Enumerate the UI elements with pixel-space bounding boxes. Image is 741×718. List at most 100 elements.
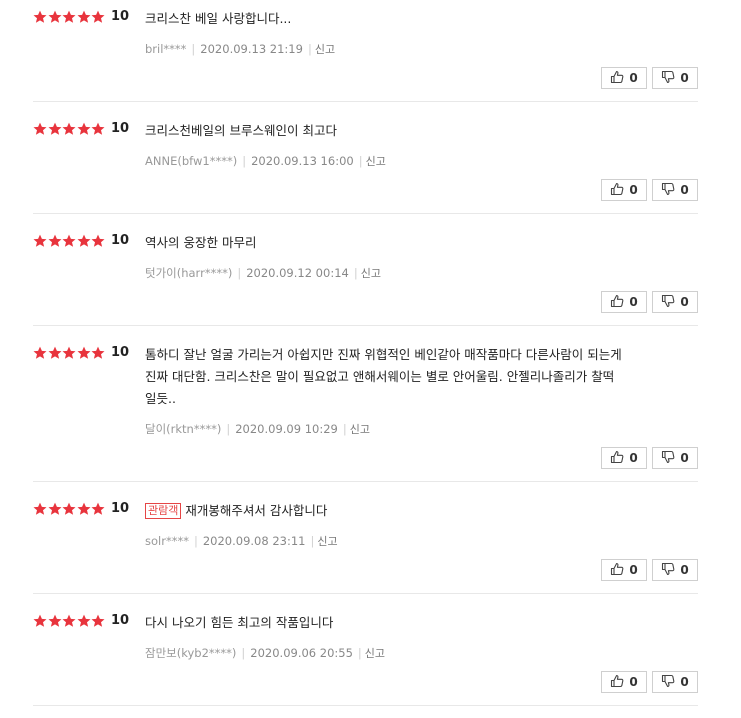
star-icon	[48, 10, 62, 24]
review-text: 다시 나오기 힘든 최고의 작품입니다	[145, 612, 685, 634]
divider	[33, 705, 698, 706]
separator: |	[193, 534, 198, 548]
review-item: 10 크리스천베일의 브루스웨인이 최고다 ANNE(bfw1****) | 2020.…	[33, 102, 698, 214]
star-icon	[62, 346, 76, 360]
review-item: 10 크리스찬 베일 사랑합니다... bril**** | 2020.09.13 21…	[33, 0, 698, 102]
review-item: 10 톰하디 잘난 얼굴 가리는거 아쉽지만 진짜 위협적인 베인같아 매작품마다…	[33, 326, 698, 482]
reviewer-name[interactable]: 텃가이(harr****)	[145, 266, 232, 280]
star-icon	[48, 122, 62, 136]
star-icon	[62, 122, 76, 136]
star-icon	[33, 10, 47, 24]
star-rating	[33, 501, 106, 517]
dislike-button[interactable]: 0	[652, 67, 698, 89]
review-date: 2020.09.13 16:00	[251, 154, 354, 168]
separator: |	[342, 422, 347, 436]
separator: |	[226, 422, 231, 436]
star-icon	[77, 346, 91, 360]
star-icon	[33, 234, 47, 248]
star-icon	[77, 10, 91, 24]
rating-score: 10	[111, 121, 130, 136]
review-text-line: 역사의 웅장한 마무리	[145, 235, 257, 250]
report-link[interactable]: 신고	[365, 647, 385, 660]
separator: |	[357, 646, 362, 660]
report-link[interactable]: 신고	[366, 155, 386, 168]
rating-score: 10	[111, 501, 130, 516]
star-icon	[48, 502, 62, 516]
separator: |	[237, 266, 242, 280]
review-text: 크리스천베일의 브루스웨인이 최고다	[145, 120, 685, 142]
review-text-line: 진짜 대단함. 크리스찬은 말이 필요없고 앤해서웨이는 별로 안어울림. 안젤…	[145, 369, 615, 384]
separator: |	[241, 646, 246, 660]
vote-buttons: 00	[596, 179, 698, 201]
vote-buttons: 00	[596, 291, 698, 313]
review-text: 관람객 재개봉해주셔서 감사합니다	[145, 500, 685, 522]
star-icon	[91, 122, 105, 136]
reviewer-name[interactable]: bril****	[145, 42, 186, 56]
dislike-button[interactable]: 0	[652, 291, 698, 313]
vote-buttons: 00	[596, 67, 698, 89]
review-date: 2020.09.09 10:29	[235, 422, 338, 436]
like-count: 0	[629, 183, 638, 197]
review-date: 2020.09.12 00:14	[246, 266, 349, 280]
reviewer-name[interactable]: solr****	[145, 534, 189, 548]
dislike-count: 0	[680, 295, 689, 309]
review-date: 2020.09.13 21:19	[200, 42, 303, 56]
star-icon	[91, 502, 105, 516]
star-icon	[77, 502, 91, 516]
like-button[interactable]: 0	[601, 559, 647, 581]
reviewer-name[interactable]: ANNE(bfw1****)	[145, 154, 237, 168]
star-icon	[91, 10, 105, 24]
review-meta: 달이(rktn****) | 2020.09.09 10:29 | 신고	[145, 422, 370, 437]
thumbs-down-icon	[661, 562, 680, 579]
reviewer-name[interactable]: 달이(rktn****)	[145, 422, 221, 436]
rating-score: 10	[111, 9, 130, 24]
star-icon	[77, 122, 91, 136]
thumbs-up-icon	[610, 562, 629, 579]
review-item: 10 역사의 웅장한 마무리 텃가이(harr****) | 2020.09.12 00…	[33, 214, 698, 326]
dislike-button[interactable]: 0	[652, 671, 698, 693]
vote-buttons: 00	[596, 559, 698, 581]
star-icon	[33, 346, 47, 360]
star-icon	[91, 346, 105, 360]
report-link[interactable]: 신고	[315, 43, 335, 56]
star-icon	[77, 614, 91, 628]
review-date: 2020.09.08 23:11	[202, 534, 306, 548]
like-button[interactable]: 0	[601, 291, 647, 313]
separator: |	[310, 534, 315, 548]
star-rating	[33, 233, 106, 249]
separator: |	[353, 266, 358, 280]
rating-score: 10	[111, 613, 130, 628]
review-meta: ANNE(bfw1****) | 2020.09.13 16:00 | 신고	[145, 154, 386, 169]
thumbs-up-icon	[610, 450, 629, 467]
dislike-button[interactable]: 0	[652, 447, 698, 469]
review-date: 2020.09.06 20:55	[250, 646, 353, 660]
like-button[interactable]: 0	[601, 179, 647, 201]
like-button[interactable]: 0	[601, 447, 647, 469]
review-item: 10 관람객 재개봉해주셔서 감사합니다 solr**** | 2020.09.08 23…	[33, 482, 698, 594]
thumbs-down-icon	[661, 70, 680, 87]
report-link[interactable]: 신고	[350, 423, 370, 436]
like-button[interactable]: 0	[601, 67, 647, 89]
review-text-line: 크리스찬 베일 사랑합니다...	[145, 11, 292, 26]
star-icon	[33, 122, 47, 136]
report-link[interactable]: 신고	[361, 267, 381, 280]
vote-buttons: 00	[596, 671, 698, 693]
separator: |	[191, 42, 196, 56]
dislike-count: 0	[680, 451, 689, 465]
thumbs-up-icon	[610, 294, 629, 311]
dislike-button[interactable]: 0	[652, 179, 698, 201]
star-icon	[48, 614, 62, 628]
dislike-count: 0	[680, 183, 689, 197]
dislike-count: 0	[680, 71, 689, 85]
thumbs-up-icon	[610, 70, 629, 87]
star-icon	[62, 10, 76, 24]
report-link[interactable]: 신고	[317, 535, 337, 548]
star-rating	[33, 345, 106, 361]
reviewer-name[interactable]: 잠만보(kyb2****)	[145, 646, 236, 660]
like-button[interactable]: 0	[601, 671, 647, 693]
review-text-line: 다시 나오기 힘든 최고의 작품입니다	[145, 615, 334, 630]
star-icon	[91, 234, 105, 248]
thumbs-down-icon	[661, 294, 680, 311]
audience-badge: 관람객	[145, 503, 182, 519]
dislike-button[interactable]: 0	[652, 559, 698, 581]
